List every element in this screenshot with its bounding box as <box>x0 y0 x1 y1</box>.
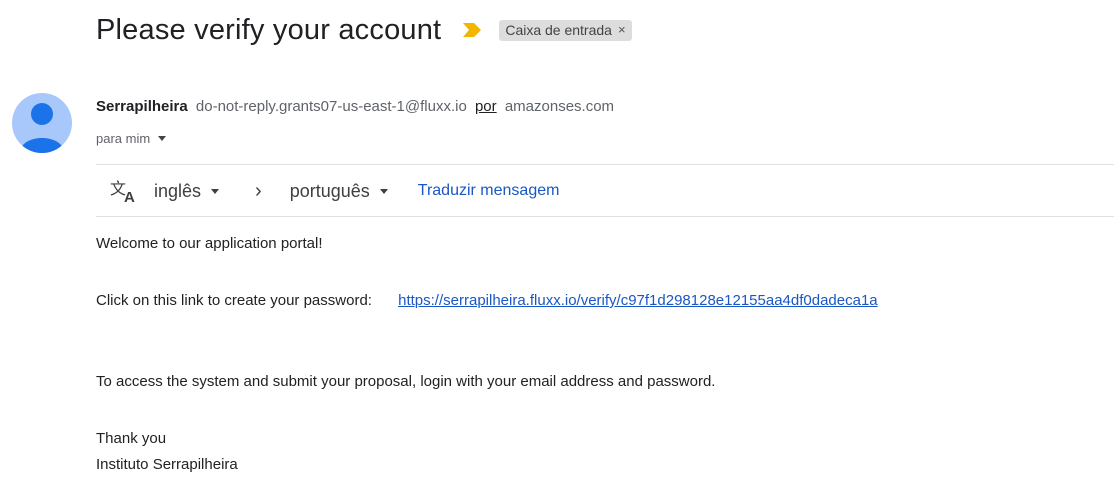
target-language-label: português <box>289 180 370 201</box>
sender-via-domain: amazonses.com <box>504 98 615 115</box>
translate-message-link[interactable]: Traduzir mensagem <box>418 182 560 200</box>
subject-row: Please verify your account Caixa de entr… <box>96 10 632 50</box>
sender-name[interactable]: Serrapilheira <box>96 98 188 115</box>
source-language-label: inglês <box>154 180 202 201</box>
avatar[interactable] <box>12 93 72 153</box>
body-link-prompt: Click on this link to create your passwo… <box>96 292 372 309</box>
sender-email: do-not-reply.grants07-us-east-1@fluxx.io <box>195 98 467 115</box>
email-subject: Please verify your account <box>96 13 442 46</box>
inbox-label-text: Caixa de entrada <box>505 21 612 38</box>
target-language-chevron-down-icon <box>379 188 388 194</box>
person-icon <box>20 103 64 153</box>
source-language-select[interactable]: inglês <box>154 180 220 202</box>
body-closing: Thank you <box>96 430 167 447</box>
recipient-text: para mim <box>96 131 151 146</box>
arrow-right-icon: › <box>255 179 262 202</box>
inbox-label-chip: Caixa de entrada × <box>499 19 632 41</box>
importance-marker-icon[interactable] <box>463 23 482 37</box>
translate-bar-bottom-divider <box>96 216 1114 217</box>
body-greeting: Welcome to our application portal! <box>96 235 323 252</box>
verify-password-link[interactable]: https://serrapilheira.fluxx.io/verify/c9… <box>398 292 878 309</box>
body-link-line: Click on this link to create your passwo… <box>96 292 878 309</box>
sender-row: Serrapilheira do-not-reply.grants07-us-e… <box>96 98 614 115</box>
recipient-row: para mim <box>96 131 167 146</box>
svg-text:A: A <box>124 189 135 203</box>
target-language-select[interactable]: português <box>290 181 388 202</box>
body-instructions: To access the system and submit your pro… <box>96 373 716 390</box>
source-language-chevron-down-icon <box>211 188 220 194</box>
body-signature: Instituto Serrapilheira <box>96 456 238 473</box>
translate-bar: 文 A inglês › português Traduzir mensagem <box>110 177 559 205</box>
translate-bar-top-divider <box>96 164 1114 165</box>
remove-label-icon[interactable]: × <box>618 22 626 37</box>
recipient-details-chevron-down-icon[interactable] <box>158 136 167 141</box>
translate-icon: 文 A <box>110 180 135 203</box>
sender-via-label[interactable]: por <box>475 98 497 115</box>
